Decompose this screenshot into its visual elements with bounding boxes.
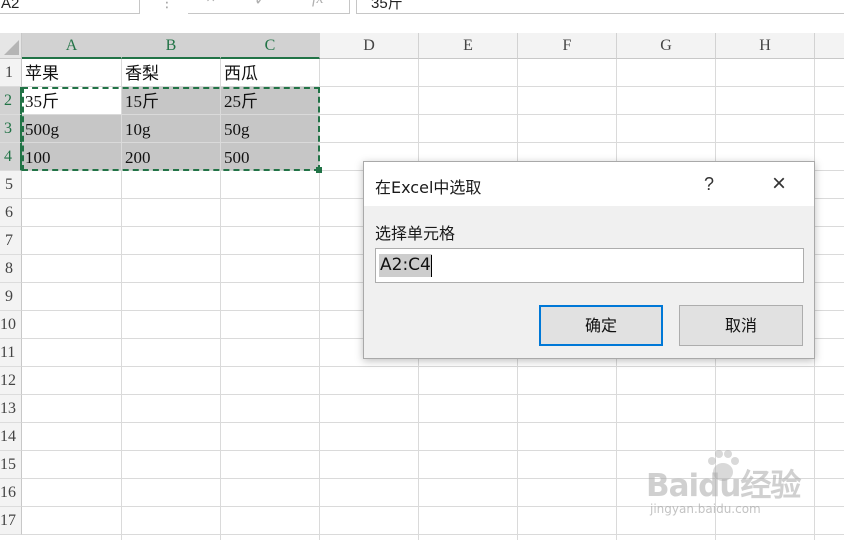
watermark-url: jingyan.baidu.com [650, 502, 761, 516]
column-header-e[interactable]: E [419, 33, 518, 59]
column-header-f[interactable]: F [518, 33, 617, 59]
row-header-2[interactable]: 2 [0, 87, 22, 115]
cell-c1[interactable]: 西瓜 [221, 59, 320, 87]
gridline [22, 534, 844, 535]
row-header-1[interactable]: 1 [0, 59, 22, 87]
row-header-6[interactable]: 6 [0, 199, 22, 227]
row-header-7[interactable]: 7 [0, 227, 22, 255]
row-header-11[interactable]: 11 [0, 339, 22, 367]
formula-input[interactable]: 35斤 [356, 0, 844, 14]
dialog-titlebar[interactable]: 在Excel中选取 ? × [364, 162, 814, 206]
text-caret [431, 255, 432, 277]
name-box[interactable]: A2 [0, 0, 140, 14]
row-header-13[interactable]: 13 [0, 395, 22, 423]
row-header-12[interactable]: 12 [0, 367, 22, 395]
selection-marquee [22, 87, 320, 171]
fill-handle[interactable] [316, 167, 322, 173]
enter-icon[interactable]: ✓ [254, 0, 267, 10]
column-header-g[interactable]: G [617, 33, 716, 59]
row-header-14[interactable]: 14 [0, 423, 22, 451]
row-header-16[interactable]: 16 [0, 479, 22, 507]
column-headers: A B C D E F G H [22, 33, 844, 59]
row-header-9[interactable]: 9 [0, 283, 22, 311]
column-header-d[interactable]: D [320, 33, 419, 59]
range-input-value: A2:C4 [379, 254, 432, 277]
row-header-17[interactable]: 17 [0, 507, 22, 535]
select-all-triangle-icon [4, 40, 19, 55]
gridline [22, 366, 844, 367]
row-header-3[interactable]: 3 [0, 115, 22, 143]
watermark-logo-text: Baidu经验 [646, 468, 801, 504]
range-input[interactable]: A2:C4 [375, 248, 804, 283]
gridline [22, 394, 844, 395]
column-header-h[interactable]: H [716, 33, 815, 59]
row-headers: 1 2 3 4 5 6 7 8 9 10 11 12 13 14 15 16 1… [0, 59, 22, 540]
gridline [22, 422, 844, 423]
row-header-5[interactable]: 5 [0, 171, 22, 199]
cancel-icon[interactable]: × [206, 0, 215, 8]
column-header-c[interactable]: C [221, 33, 320, 59]
column-header-b[interactable]: B [122, 33, 221, 59]
row-header-10[interactable]: 10 [0, 311, 22, 339]
row-header-15[interactable]: 15 [0, 451, 22, 479]
row-header-4[interactable]: 4 [0, 143, 22, 171]
ok-button[interactable]: 确定 [539, 305, 663, 346]
baidu-watermark: Baidu经验 jingyan.baidu.com [646, 446, 836, 526]
insert-function-icon[interactable]: fx [312, 0, 324, 8]
formula-bar: A2 ⋮ × ✓ fx 35斤 [0, 0, 844, 31]
select-cells-label: 选择单元格 [375, 224, 456, 243]
cancel-button[interactable]: 取消 [679, 305, 803, 346]
row-header-8[interactable]: 8 [0, 255, 22, 283]
cell-b1[interactable]: 香梨 [122, 59, 221, 87]
formula-bar-buttons: × ✓ fx [188, 0, 350, 14]
formula-bar-grip-icon: ⋮ [160, 0, 174, 10]
select-all-button[interactable] [0, 33, 22, 59]
select-range-dialog: 在Excel中选取 ? × 选择单元格 A2:C4 确定 取消 [363, 161, 815, 359]
column-header-a[interactable]: A [22, 33, 122, 59]
help-icon[interactable]: ? [696, 171, 722, 197]
cell-a1[interactable]: 苹果 [22, 59, 122, 87]
close-icon[interactable]: × [764, 171, 794, 197]
dialog-title: 在Excel中选取 [375, 178, 482, 197]
column-header-i[interactable] [815, 33, 844, 59]
